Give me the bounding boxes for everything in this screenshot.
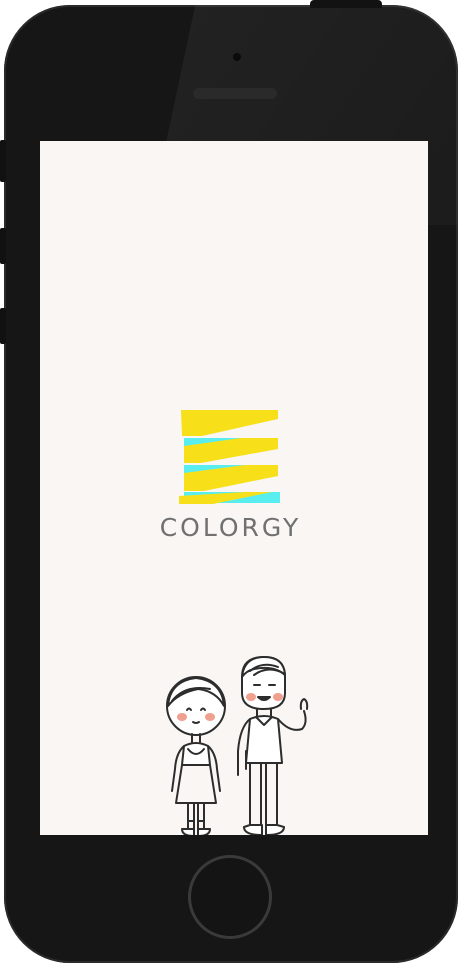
splash-screen: COLORGY	[40, 141, 428, 835]
volume-up-button	[0, 228, 6, 264]
couple-illustration	[166, 656, 309, 835]
boy-figure	[237, 656, 309, 835]
home-button[interactable]	[188, 855, 272, 939]
front-camera	[233, 53, 241, 61]
logo-yellow-stripe-1	[181, 410, 278, 436]
mute-switch	[0, 140, 6, 182]
earpiece-speaker	[193, 88, 277, 99]
volume-down-button	[0, 308, 6, 344]
girl-figure	[166, 676, 226, 835]
brand-name: COLORGY	[159, 513, 302, 542]
colorgy-logo-icon	[179, 410, 280, 504]
power-button	[310, 0, 382, 8]
